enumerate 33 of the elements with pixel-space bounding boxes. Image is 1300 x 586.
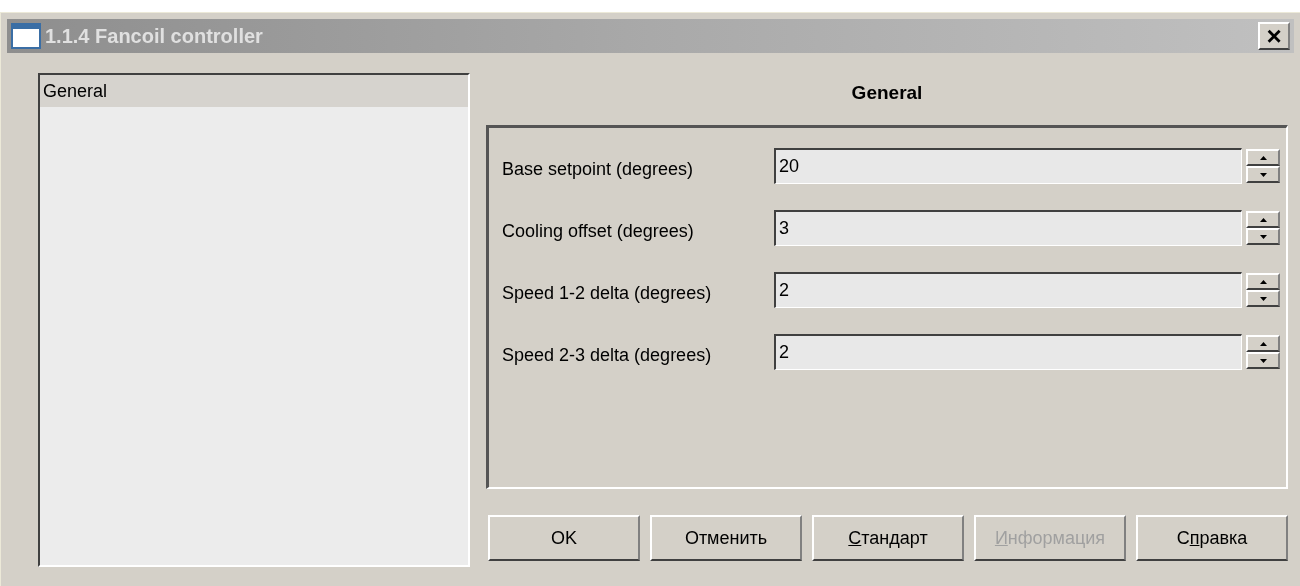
dialog-button[interactable]: OK	[488, 515, 640, 561]
up-arrow-icon	[1259, 155, 1267, 160]
field-label: Speed 2-3 delta (degrees)	[502, 343, 713, 367]
dialog-button[interactable]: Отменить	[650, 515, 802, 561]
spin-up-button[interactable]	[1246, 335, 1280, 352]
number-field[interactable]: 2	[774, 272, 1242, 308]
spin-up-button[interactable]	[1246, 273, 1280, 290]
spin-up-button[interactable]	[1246, 149, 1280, 166]
window-icon	[11, 23, 41, 49]
spin-down-button[interactable]	[1246, 166, 1280, 183]
field-label: Base setpoint (degrees)	[502, 157, 695, 181]
dialog-button[interactable]: Стандарт	[812, 515, 964, 561]
spin-down-button[interactable]	[1246, 290, 1280, 307]
close-button[interactable]: ×	[1258, 22, 1290, 50]
up-arrow-icon	[1259, 279, 1267, 284]
field-label: Cooling offset (degrees)	[502, 219, 695, 243]
spin-down-button[interactable]	[1246, 228, 1280, 245]
panel-title: General	[850, 81, 924, 105]
tree-item[interactable]: General	[40, 75, 468, 107]
down-arrow-icon	[1259, 234, 1267, 239]
number-field[interactable]: 3	[774, 210, 1242, 246]
up-arrow-icon	[1259, 341, 1267, 346]
number-field[interactable]: 2	[774, 334, 1242, 370]
spin-up-button[interactable]	[1246, 211, 1280, 228]
field-label: Speed 1-2 delta (degrees)	[502, 281, 713, 305]
spin-down-button[interactable]	[1246, 352, 1280, 369]
up-arrow-icon	[1259, 217, 1267, 222]
down-arrow-icon	[1259, 172, 1267, 177]
down-arrow-icon	[1259, 358, 1267, 363]
number-field[interactable]: 20	[774, 148, 1242, 184]
down-arrow-icon	[1259, 296, 1267, 301]
window-title: 1.1.4 Fancoil controller	[45, 24, 263, 49]
dialog-button[interactable]: Справка	[1136, 515, 1288, 561]
